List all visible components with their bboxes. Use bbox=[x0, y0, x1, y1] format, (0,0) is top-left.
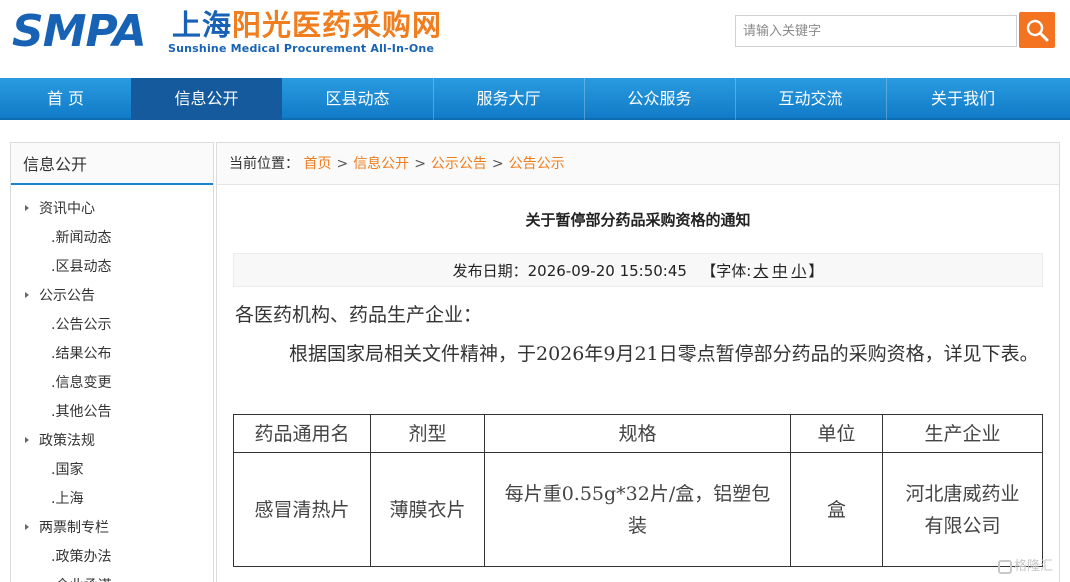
sidebar-item-label: 两票制专栏 bbox=[39, 520, 109, 536]
breadcrumb-home[interactable]: 首页 bbox=[303, 156, 331, 172]
sidebar-item-shanghai[interactable]: .上海 bbox=[51, 485, 83, 514]
sidebar-item-label: 公示公告 bbox=[39, 288, 95, 304]
logo-english-name: Sunshine Medical Procurement All-In-One bbox=[168, 42, 435, 55]
nav-item-about-us[interactable]: 关于我们 bbox=[886, 78, 1040, 120]
breadcrumb-announcements[interactable]: 公示公告 bbox=[431, 156, 487, 172]
table-cell: 盒 bbox=[790, 452, 883, 567]
table-cell: 河北唐威药业有限公司 bbox=[882, 452, 1043, 567]
sidebar-item-national[interactable]: .国家 bbox=[51, 456, 83, 485]
sidebar-item-policies[interactable]: 政策法规 bbox=[25, 427, 95, 456]
table-cell: 每片重0.55g*32片/盒，铝塑包装 bbox=[484, 452, 791, 567]
caret-right-icon bbox=[25, 205, 29, 211]
logo-chinese-name: 上海阳光医药采购网 bbox=[172, 8, 442, 42]
nav-item-service-hall[interactable]: 服务大厅 bbox=[433, 78, 584, 120]
sidebar-item-results[interactable]: .结果公布 bbox=[51, 340, 111, 369]
article-salutation: 各医药机构、药品生产企业： bbox=[235, 304, 483, 326]
nav-item-info-public[interactable]: 信息公开 bbox=[131, 78, 282, 120]
publish-date: 2026-09-20 15:50:45 bbox=[527, 262, 687, 280]
publish-date-label: 发布日期： bbox=[452, 262, 528, 280]
table-header-cell: 剂型 bbox=[370, 414, 485, 453]
table-cell: 感冒清热片 bbox=[233, 452, 371, 567]
table-cell: 薄膜衣片 bbox=[370, 452, 485, 567]
main-nav: 首 页 信息公开 区县动态 服务大厅 公众服务 互动交流 关于我们 bbox=[0, 78, 1070, 120]
logo-abbr: SMPA bbox=[12, 6, 147, 57]
table-header-cell: 单位 bbox=[790, 414, 883, 453]
sidebar-item-district[interactable]: .区县动态 bbox=[51, 253, 111, 282]
font-size-close: 】 bbox=[808, 262, 824, 280]
main-content: 当前位置： 首页 > 信息公开 > 公示公告 > 公告公示 关于暂停部分药品采购资格的通知 … bbox=[216, 142, 1060, 582]
breadcrumb-separator: > bbox=[336, 156, 349, 172]
article-body: 根据国家局相关文件精神，于2026年9月21日零点暂停部分药品的采购资格，详见下… bbox=[289, 343, 1039, 365]
search-icon bbox=[1026, 19, 1049, 42]
drug-table: 药品通用名 剂型 规格 单位 生产企业 感冒清热片 薄膜衣片 每片重0.55g*… bbox=[233, 414, 1043, 567]
sidebar-item-label: 政策法规 bbox=[39, 433, 95, 449]
search-button[interactable] bbox=[1019, 12, 1055, 48]
caret-right-icon bbox=[25, 292, 29, 298]
sidebar-item-news-center[interactable]: 资讯中心 bbox=[25, 195, 95, 224]
table-row: 感冒清热片 薄膜衣片 每片重0.55g*32片/盒，铝塑包装 盒 河北唐威药业有… bbox=[233, 452, 1043, 567]
sidebar-item-info-change[interactable]: .信息变更 bbox=[51, 369, 111, 398]
caret-right-icon bbox=[25, 437, 29, 443]
site-logo[interactable]: SMPA 上海阳光医药采购网 Sunshine Medical Procurem… bbox=[12, 6, 452, 58]
sidebar-item-announcements[interactable]: 公示公告 bbox=[25, 282, 95, 311]
font-size-medium-link[interactable]: 中 bbox=[772, 262, 787, 280]
nav-item-interaction[interactable]: 互动交流 bbox=[735, 78, 886, 120]
logo-cn-part-a: 上海 bbox=[172, 8, 233, 42]
article-title: 关于暂停部分药品采购资格的通知 bbox=[525, 211, 751, 229]
sidebar-item-other-notices[interactable]: .其他公告 bbox=[51, 398, 111, 427]
watermark: 格隆汇 bbox=[998, 555, 1053, 574]
breadcrumb-notice-publicity[interactable]: 公告公示 bbox=[509, 156, 565, 172]
site-header: SMPA 上海阳光医药采购网 Sunshine Medical Procurem… bbox=[0, 0, 1070, 78]
sidebar-title: 信息公开 bbox=[11, 143, 213, 185]
table-header-cell: 药品通用名 bbox=[233, 414, 371, 453]
sidebar: 信息公开 资讯中心 .新闻动态 .区县动态 公示公告 .公告公示 .结果公布 .… bbox=[10, 142, 214, 582]
sidebar-item-two-invoice[interactable]: 两票制专栏 bbox=[25, 514, 109, 543]
logo-cn-part-b: 阳光医药采购网 bbox=[232, 8, 443, 42]
sidebar-item-news[interactable]: .新闻动态 bbox=[51, 224, 111, 253]
sidebar-item-label: 资讯中心 bbox=[39, 201, 95, 217]
breadcrumb-separator: > bbox=[491, 156, 504, 172]
breadcrumb-prefix: 当前位置： bbox=[229, 156, 299, 172]
nav-item-district-news[interactable]: 区县动态 bbox=[282, 78, 433, 120]
font-size-large-link[interactable]: 大 bbox=[753, 262, 768, 280]
caret-right-icon bbox=[25, 524, 29, 530]
nav-item-public-service[interactable]: 公众服务 bbox=[584, 78, 735, 120]
article-meta: 发布日期：2026-09-20 15:50:45 【字体: 大中小】 bbox=[233, 253, 1043, 287]
breadcrumb-separator: > bbox=[414, 156, 426, 172]
sidebar-item-policy-measures[interactable]: .政策办法 bbox=[51, 543, 111, 572]
font-size-small-link[interactable]: 小 bbox=[791, 262, 806, 280]
search-input[interactable] bbox=[735, 15, 1017, 47]
table-header-row: 药品通用名 剂型 规格 单位 生产企业 bbox=[233, 414, 1043, 453]
breadcrumb-info-public[interactable]: 信息公开 bbox=[353, 156, 409, 172]
watermark-logo-icon bbox=[998, 559, 1012, 574]
sidebar-item-notice-publicity[interactable]: .公告公示 bbox=[51, 311, 111, 340]
breadcrumb: 当前位置： 首页 > 信息公开 > 公示公告 > 公告公示 bbox=[217, 143, 1059, 185]
font-size-label: 【字体: bbox=[701, 262, 752, 280]
watermark-text: 格隆汇 bbox=[1014, 559, 1054, 574]
nav-item-home[interactable]: 首 页 bbox=[0, 78, 131, 120]
table-header-cell: 规格 bbox=[484, 414, 791, 453]
table-header-cell: 生产企业 bbox=[882, 414, 1043, 453]
sidebar-item-enterprise-pledge[interactable]: .企业承诺 bbox=[51, 572, 111, 582]
